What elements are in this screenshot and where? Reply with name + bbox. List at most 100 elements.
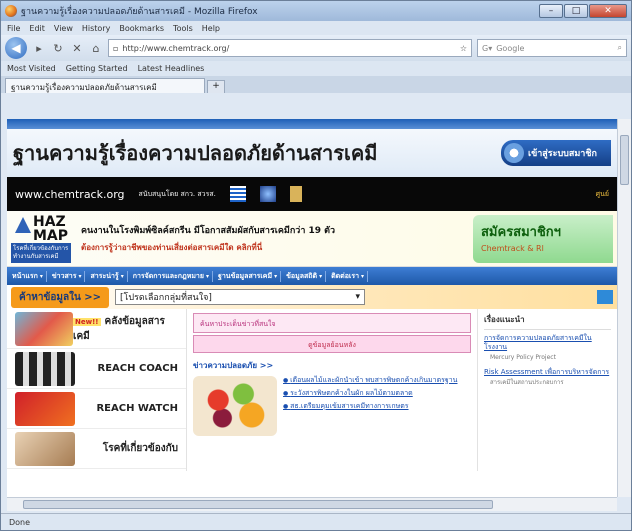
left-menu-item[interactable]: New!! คลังข้อมูลสารเคมี bbox=[7, 309, 186, 349]
chevron-down-icon: ▾ bbox=[120, 272, 124, 280]
chevron-down-icon: ▾ bbox=[205, 272, 209, 280]
site-nav: หน้าแรก ▾ ข่าวสาร ▾ สาระน่ารู้ ▾ การจัดการแ… bbox=[7, 267, 617, 285]
recommended-item-title[interactable]: การจัดการความปลอดภัยสารเคมีในโรงงาน bbox=[484, 334, 611, 352]
bookmark-star-icon[interactable]: ☆ bbox=[460, 44, 467, 53]
chevron-down-icon: ▾ bbox=[361, 272, 365, 280]
nav-item[interactable]: ข้อมูลสถิติ ▾ bbox=[283, 270, 327, 282]
search-category-label: ค้าหาข้อมูลใน >> bbox=[11, 286, 110, 308]
new-badge: New!! bbox=[73, 317, 101, 326]
news-item[interactable]: ระวังสารพิษตกค้างในผัก ผลไม้ตามตลาด bbox=[283, 389, 471, 398]
category-select[interactable]: [โปรดเลือกกลุ่มที่สนใจ] ▾ bbox=[115, 289, 366, 305]
chevron-down-icon: ▾ bbox=[274, 272, 278, 280]
menu-edit[interactable]: Edit bbox=[29, 24, 45, 33]
sponsor-logo-icon bbox=[289, 186, 302, 202]
window-title: ฐานความรู้เรื่องความปลอดภัยด้านสารเคมี -… bbox=[21, 7, 258, 17]
tab-bar: ฐานความรู้เรื่องความปลอดภัยด้านสารเคมี + bbox=[1, 76, 631, 93]
coach-image bbox=[15, 351, 75, 386]
news-item[interactable]: เตือนผลไม้และผักนำเข้า พบสารพิษตกค้างเกิ… bbox=[283, 376, 471, 385]
site-url-label: www.chemtrack.org bbox=[15, 187, 125, 201]
chevron-down-icon: ▾ bbox=[39, 272, 43, 280]
banner-line-2[interactable]: ต้องการรู้ว่าอาชีพของท่านเสี่ยงต่อสารเคม… bbox=[81, 241, 467, 254]
menu-file[interactable]: File bbox=[7, 24, 20, 33]
menu-bar: File Edit View History Bookmarks Tools H… bbox=[1, 21, 631, 35]
bookmark-latest-headlines[interactable]: Latest Headlines bbox=[138, 64, 205, 73]
chevron-down-icon: ▾ bbox=[319, 272, 323, 280]
close-button[interactable]: ✕ bbox=[589, 4, 627, 18]
news-heading[interactable]: ข่าวความปลอดภัย >> bbox=[193, 359, 471, 372]
signup-subtitle: Chemtrack & Rl bbox=[481, 243, 544, 253]
sponsor-logo-icon bbox=[229, 186, 246, 202]
search-engine-icon[interactable]: G▾ bbox=[482, 44, 492, 53]
recommended-item-title[interactable]: Risk Assessment เพื่อการบริหารจัดการ bbox=[484, 368, 611, 377]
left-menu-item[interactable]: REACH COACH bbox=[7, 349, 186, 389]
news-search-box[interactable]: ค้นหาประเด็นข่าวที่สนใจ bbox=[193, 313, 471, 333]
sponsor-logo-icon bbox=[259, 186, 276, 202]
browser-window: ฐานความรู้เรื่องความปลอดภัยด้านสารเคมี -… bbox=[0, 0, 632, 531]
nav-label: ข้อมูลสถิติ bbox=[286, 271, 318, 280]
right-column: เรื่องแนะนำ การจัดการความปลอดภัยสารเคมีใ… bbox=[477, 309, 617, 471]
scroll-thumb[interactable] bbox=[620, 135, 629, 185]
menu-help[interactable]: Help bbox=[202, 24, 220, 33]
address-bar[interactable]: ▫ http://www.chemtrack.org/ ☆ bbox=[108, 39, 472, 57]
go-button[interactable] bbox=[597, 290, 613, 304]
news-item[interactable]: สธ.เตรียมคุมเข้มสารเคมีทางการเกษตร bbox=[283, 402, 471, 411]
search-icon[interactable]: ⌕ bbox=[618, 43, 622, 53]
member-login-label: เข้าสู่ระบบสมาชิก bbox=[528, 149, 597, 159]
status-bar: Done bbox=[1, 513, 631, 530]
nav-label: สาระน่ารู้ bbox=[90, 271, 119, 280]
bookmark-getting-started[interactable]: Getting Started bbox=[66, 64, 128, 73]
stop-icon[interactable]: ✕ bbox=[70, 42, 84, 55]
vertical-scrollbar[interactable] bbox=[617, 119, 631, 497]
chevron-down-icon: ▾ bbox=[355, 292, 361, 302]
nav-label: ข่าวสาร bbox=[51, 271, 77, 280]
category-select-value: [โปรดเลือกกลุ่มที่สนใจ] bbox=[120, 293, 212, 303]
url-text[interactable]: http://www.chemtrack.org/ bbox=[122, 44, 455, 53]
site-title: ฐานความรู้เรื่องความปลอดภัยด้านสารเคมี bbox=[13, 141, 378, 165]
nav-item[interactable]: ติดต่อเรา ▾ bbox=[328, 270, 369, 282]
navigation-toolbar: ◀ ▸ ↻ ✕ ⌂ ▫ http://www.chemtrack.org/ ☆ … bbox=[1, 35, 631, 61]
search-box[interactable]: G▾ Google ⌕ bbox=[477, 39, 627, 57]
banner-line-1: คนงานในโรงพิมพ์ซิลค์สกรีน มีโอกาสสัมผัสก… bbox=[81, 226, 336, 236]
nav-item[interactable]: การจัดการและกฎหมาย ▾ bbox=[130, 270, 213, 282]
forward-icon[interactable]: ▸ bbox=[32, 42, 46, 55]
menu-tools[interactable]: Tools bbox=[173, 24, 193, 33]
home-icon[interactable]: ⌂ bbox=[89, 42, 103, 55]
occupational-disease-image bbox=[15, 431, 75, 466]
warning-triangle-icon bbox=[15, 216, 31, 233]
hazmap-banner[interactable]: HAZ MAP โรคที่เกี่ยวข้องกับการทำงานกับสา… bbox=[7, 211, 617, 267]
nav-item[interactable]: ข่าวสาร ▾ bbox=[49, 270, 86, 282]
signup-title: สมัครสมาชิกฯ bbox=[481, 224, 561, 240]
signup-banner[interactable]: สมัครสมาชิกฯ Chemtrack & Rl bbox=[473, 214, 613, 263]
reach-watch-image bbox=[15, 391, 75, 426]
hazmap-map: MAP bbox=[33, 227, 69, 244]
left-menu-item[interactable]: โรคที่เกี่ยวข้องกับ bbox=[7, 429, 186, 469]
minimize-button[interactable]: – bbox=[539, 4, 563, 18]
back-button[interactable]: ◀ bbox=[5, 37, 27, 59]
search-placeholder[interactable]: Google bbox=[496, 44, 613, 53]
page-favicon-icon: ▫ bbox=[113, 43, 119, 53]
search-category-row: ค้าหาข้อมูลใน >> [โปรดเลือกกลุ่มที่สนใจ]… bbox=[7, 285, 617, 309]
tab-active[interactable]: ฐานความรู้เรื่องความปลอดภัยด้านสารเคมี bbox=[5, 78, 205, 93]
left-menu-item[interactable]: REACH WATCH bbox=[7, 389, 186, 429]
hazmap-haz: HAZ bbox=[33, 213, 66, 230]
scroll-thumb[interactable] bbox=[23, 500, 493, 509]
horizontal-scrollbar[interactable] bbox=[7, 497, 617, 511]
maximize-button[interactable]: □ bbox=[564, 4, 588, 18]
recommended-item-desc: สารเคมีในสถานประกอบการ bbox=[490, 379, 564, 386]
blackbar-right-text: ศูนย์ bbox=[595, 189, 609, 198]
reload-icon[interactable]: ↻ bbox=[51, 42, 65, 55]
member-login-button[interactable]: เข้าสู่ระบบสมาชิก bbox=[501, 140, 611, 166]
nav-item[interactable]: ฐานข้อมูลสารเคมี ▾ bbox=[215, 270, 282, 282]
menu-view[interactable]: View bbox=[54, 24, 73, 33]
nav-item[interactable]: หน้าแรก ▾ bbox=[9, 270, 47, 282]
archive-button[interactable]: ดูข้อมูลย้อนหลัง bbox=[193, 335, 471, 353]
recommended-item-desc: Mercury Policy Project bbox=[490, 354, 556, 361]
menu-history[interactable]: History bbox=[82, 24, 110, 33]
menu-bookmarks[interactable]: Bookmarks bbox=[119, 24, 164, 33]
bookmark-most-visited[interactable]: Most Visited bbox=[7, 64, 56, 73]
new-tab-button[interactable]: + bbox=[207, 80, 225, 93]
site-header: ฐานความรู้เรื่องความปลอดภัยด้านสารเคมี เ… bbox=[7, 129, 617, 177]
bottles-image bbox=[15, 311, 74, 346]
nav-item[interactable]: สาระน่ารู้ ▾ bbox=[87, 270, 128, 282]
page-content: ฐานความรู้เรื่องความปลอดภัยด้านสารเคมี เ… bbox=[7, 119, 617, 497]
